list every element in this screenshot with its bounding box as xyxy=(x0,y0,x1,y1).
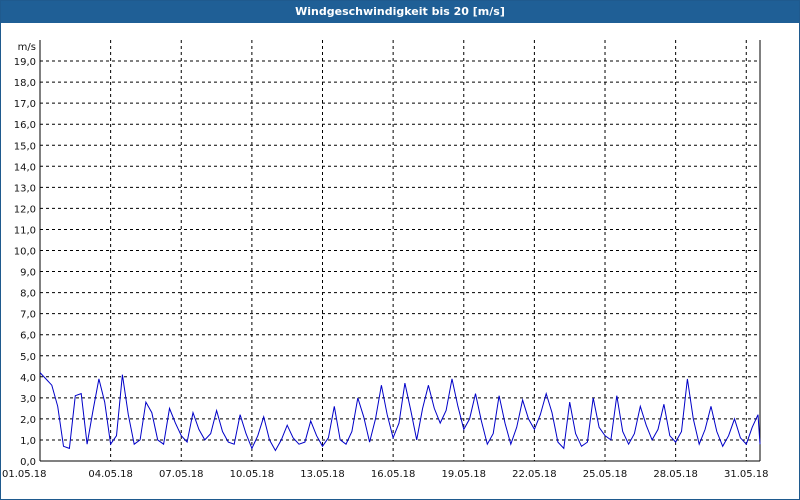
y-tick-label: 8,0 xyxy=(20,289,36,300)
y-axis-label: m/s xyxy=(18,42,36,53)
x-tick-label: 16.05.18 xyxy=(371,469,416,480)
y-tick-label: 9,0 xyxy=(20,268,36,279)
x-tick-label: 19.05.18 xyxy=(441,469,486,480)
y-tick-label: 2,0 xyxy=(20,415,36,426)
grid-lines xyxy=(40,40,760,461)
y-tick-labels: 0,0 1,0 2,0 3,0 4,0 5,0 6,0 7,0 8,0 9,0 10,0 11,0 12… xyxy=(14,57,36,468)
y-tick-label: 5,0 xyxy=(20,352,36,363)
x-tick-label: 04.05.18 xyxy=(88,469,133,480)
y-tick-label: 1,0 xyxy=(20,436,36,447)
x-tick-label: 10.05.18 xyxy=(230,469,275,480)
y-tick-label: 7,0 xyxy=(20,310,36,321)
y-tick-label: 18,0 xyxy=(14,78,36,89)
y-tick-label: 15,0 xyxy=(14,141,36,152)
y-tick-label: 19,0 xyxy=(14,57,36,68)
x-tick-label: 25.05.18 xyxy=(583,469,628,480)
x-tick-label: 07.05.18 xyxy=(159,469,204,480)
x-tick-label: 31.05.18 xyxy=(724,469,769,480)
y-tick-label: 3,0 xyxy=(20,394,36,405)
x-tick-label: 13.05.18 xyxy=(300,469,345,480)
y-tick-label: 16,0 xyxy=(14,120,36,131)
y-tick-label: 12,0 xyxy=(14,204,36,215)
y-tick-label: 17,0 xyxy=(14,99,36,110)
x-tick-label: 28.05.18 xyxy=(653,469,698,480)
x-tick-label: 22.05.18 xyxy=(512,469,557,480)
y-tick-label: 14,0 xyxy=(14,162,36,173)
line-chart: 0,0 1,0 2,0 3,0 4,0 5,0 6,0 7,0 8,0 9,0 10,0 11,0 12… xyxy=(2,40,769,480)
y-tick-label: 6,0 xyxy=(20,331,36,342)
y-tick-label: 4,0 xyxy=(20,373,36,384)
y-tick-label: 0,0 xyxy=(20,457,36,468)
y-tick-label: 13,0 xyxy=(14,183,36,194)
x-tick-label: 01.05.18 xyxy=(2,469,47,480)
x-tick-labels: 01.05.18 04.05.18 07.05.18 10.05.18 13.05.18… xyxy=(2,469,769,480)
y-tick-label: 11,0 xyxy=(14,225,36,236)
y-tick-label: 10,0 xyxy=(14,247,36,258)
